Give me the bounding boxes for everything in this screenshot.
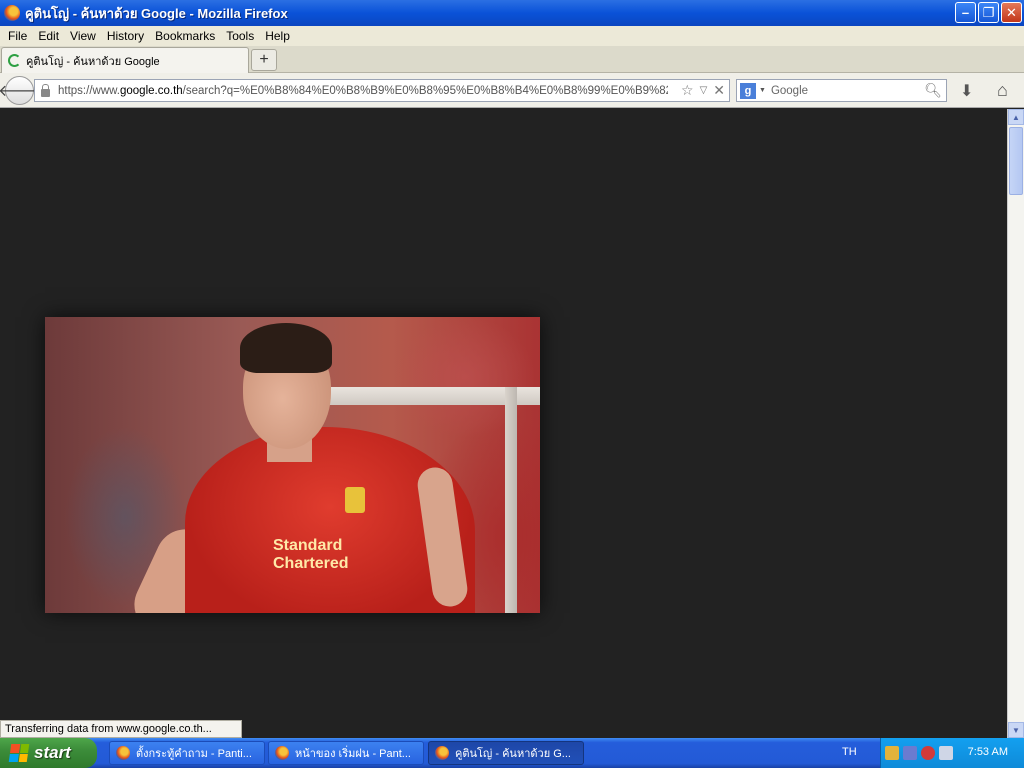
tray-app-icon[interactable] bbox=[885, 746, 899, 760]
window-title: คูตินโญ่ - ค้นหาด้วย Google - Mozilla Fi… bbox=[25, 5, 288, 21]
start-label: start bbox=[34, 743, 71, 762]
photo-sponsor-text: Standard Chartered bbox=[273, 537, 349, 573]
download-icon[interactable]: ⬇ bbox=[960, 81, 973, 101]
language-indicator[interactable]: TH bbox=[842, 746, 857, 758]
search-input[interactable]: Google bbox=[771, 85, 808, 97]
bookmark-star-icon[interactable]: ☆ bbox=[681, 82, 694, 99]
engine-dropdown-icon[interactable]: ▼ bbox=[759, 87, 766, 94]
dropdown-arrow-icon[interactable]: ▽ bbox=[700, 85, 708, 96]
search-bar[interactable]: g ▼ Google 🔍︎ bbox=[736, 79, 947, 102]
tray-security-icon[interactable] bbox=[921, 746, 935, 760]
taskbar-item-active[interactable]: คูตินโญ่ - ค้นหาด้วย G... bbox=[428, 741, 584, 765]
tab-title: คูตินโญ่ - ค้นหาด้วย Google bbox=[26, 55, 160, 68]
firefox-icon bbox=[116, 746, 130, 760]
back-button[interactable]: 🡐 bbox=[0, 76, 41, 105]
taskbar-item[interactable]: หน้าของ เริ่มฝน - Pant... bbox=[268, 741, 424, 765]
minimize-button[interactable]: – bbox=[955, 2, 976, 23]
menu-help[interactable]: Help bbox=[265, 29, 290, 43]
photo-hair bbox=[240, 323, 332, 373]
scroll-thumb[interactable] bbox=[1009, 127, 1023, 195]
menu-view[interactable]: View bbox=[70, 29, 96, 43]
search-result-image[interactable]: Standard Chartered bbox=[45, 317, 540, 613]
url-bar[interactable]: https://www.google.co.th/search?q=%E0%B8… bbox=[34, 79, 730, 102]
menu-edit[interactable]: Edit bbox=[38, 29, 59, 43]
menu-history[interactable]: History bbox=[107, 29, 144, 43]
tab-active[interactable]: คูตินโญ่ - ค้นหาด้วย Google bbox=[1, 47, 249, 73]
photo-crest bbox=[345, 487, 365, 513]
navigation-toolbar: 🡐 https://www.google.co.th/search?q=%E0%… bbox=[0, 73, 1024, 108]
tab-bar: คูตินโญ่ - ค้นหาด้วย Google + bbox=[0, 46, 1024, 73]
menu-file[interactable]: File bbox=[8, 29, 27, 43]
sponsor-line-2: Chartered bbox=[273, 555, 349, 572]
google-engine-icon[interactable]: g bbox=[740, 82, 756, 99]
menu-bar: File Edit View History Bookmarks Tools H… bbox=[0, 26, 1024, 46]
loading-spinner-icon bbox=[8, 54, 21, 67]
menu-tools[interactable]: Tools bbox=[226, 29, 254, 43]
status-bar: Transferring data from www.google.co.th.… bbox=[0, 720, 242, 738]
vertical-scrollbar[interactable]: ▲ ▼ bbox=[1007, 109, 1024, 738]
restore-button[interactable]: ❐ bbox=[978, 2, 999, 23]
new-tab-button[interactable]: + bbox=[251, 49, 277, 71]
scroll-down-button[interactable]: ▼ bbox=[1008, 722, 1024, 738]
firefox-icon bbox=[435, 746, 449, 760]
windows-logo-icon bbox=[8, 744, 30, 762]
window-controls: – ❐ ✕ bbox=[955, 2, 1022, 23]
taskbar: start ตั้งกระทู้คำถาม - Panti... หน้าของ… bbox=[0, 738, 1024, 768]
start-button[interactable]: start bbox=[0, 738, 97, 768]
url-bar-icons: ☆ ▽ ✕ bbox=[681, 82, 725, 99]
tray-network-icon[interactable] bbox=[903, 746, 917, 760]
system-tray: 7:53 AM bbox=[880, 738, 1024, 768]
window-titlebar[interactable]: คูตินโญ่ - ค้นหาด้วย Google - Mozilla Fi… bbox=[0, 0, 1024, 26]
firefox-icon bbox=[275, 746, 289, 760]
home-icon[interactable]: ⌂ bbox=[997, 80, 1008, 101]
photo-goalpost-post bbox=[505, 387, 517, 613]
taskbar-item-label: หน้าของ เริ่มฝน - Pant... bbox=[295, 748, 411, 760]
lock-icon bbox=[41, 83, 50, 97]
taskbar-item[interactable]: ตั้งกระทู้คำถาม - Panti... bbox=[109, 741, 265, 765]
taskbar-item-label: ตั้งกระทู้คำถาม - Panti... bbox=[136, 748, 252, 760]
menu-bookmarks[interactable]: Bookmarks bbox=[155, 29, 215, 43]
page-content: Standard Chartered bbox=[0, 109, 1007, 738]
stop-icon[interactable]: ✕ bbox=[713, 82, 725, 99]
scroll-up-button[interactable]: ▲ bbox=[1008, 109, 1024, 125]
taskbar-item-label: คูตินโญ่ - ค้นหาด้วย G... bbox=[455, 748, 571, 760]
url-text[interactable]: https://www.google.co.th/search?q=%E0%B8… bbox=[58, 85, 668, 97]
sponsor-line-1: Standard bbox=[273, 537, 343, 554]
tray-device-icon[interactable] bbox=[939, 746, 953, 760]
clock[interactable]: 7:53 AM bbox=[968, 746, 1008, 758]
magnifier-icon[interactable]: 🔍︎ bbox=[924, 82, 942, 99]
firefox-logo-icon bbox=[4, 5, 20, 21]
close-button[interactable]: ✕ bbox=[1001, 2, 1022, 23]
